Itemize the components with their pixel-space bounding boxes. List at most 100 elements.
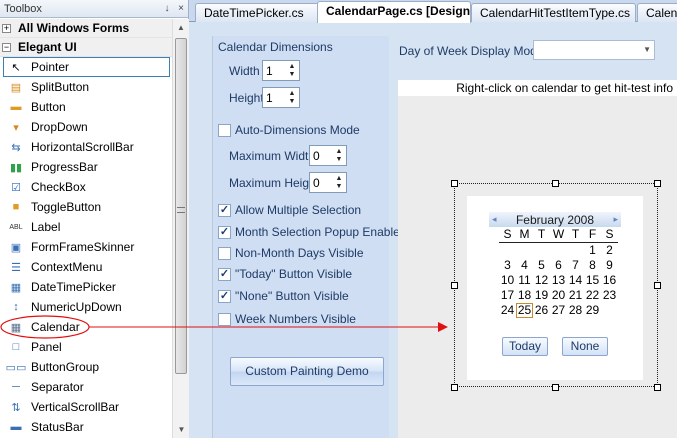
toolbox-item-datetimepicker[interactable]: ▦ DateTimePicker	[0, 277, 172, 297]
calendar-day[interactable]: 11	[516, 273, 533, 288]
option-checkbox-4[interactable]: ✓ "None" Button Visible	[218, 289, 349, 303]
toolbox-item-contextmenu[interactable]: ☰ ContextMenu	[0, 257, 172, 277]
pin-icon[interactable]: ↓	[160, 2, 174, 16]
calendar-day[interactable]: 19	[533, 288, 550, 303]
expand-icon[interactable]: +	[2, 23, 11, 33]
day-of-week-mode-select[interactable]: ▼	[533, 40, 655, 60]
resize-handle-sw[interactable]	[451, 384, 458, 391]
calendar-day[interactable]: 29	[584, 303, 601, 318]
toolbox-item-togglebutton[interactable]: ■ ToggleButton	[0, 197, 172, 217]
calendar-day[interactable]: 16	[601, 273, 618, 288]
calendar-day[interactable]: 28	[567, 303, 584, 318]
toolbox-item-numericupdown[interactable]: ↕ NumericUpDown	[0, 297, 172, 317]
spin-arrows-icon[interactable]: ▲ ▼	[285, 88, 299, 107]
resize-handle-e[interactable]	[654, 282, 661, 289]
calendar-day[interactable]: 8	[584, 258, 601, 273]
calendar-control[interactable]: ◂ February 2008 ▸ S M T W T F S 1 2 3 4 5 6 7 8 9 10 11 12…	[467, 196, 643, 380]
resize-handle-se[interactable]	[654, 384, 661, 391]
month-label[interactable]: February 2008	[516, 213, 594, 227]
calendar-day[interactable]: 12	[533, 273, 550, 288]
calendar-day[interactable]: 7	[567, 258, 584, 273]
toolbox-item-calendar[interactable]: ▦ Calendar	[0, 317, 172, 337]
toolbox-scrollbar[interactable]: ▲ ▼	[172, 19, 189, 438]
collapse-icon[interactable]: −	[2, 42, 11, 52]
calendar-day[interactable]: 15	[584, 273, 601, 288]
toolbox-section-elegant-ui[interactable]: − Elegant UI	[0, 38, 172, 57]
spin-arrows-icon[interactable]: ▲ ▼	[285, 61, 299, 80]
checkmark-icon[interactable]: ✓	[218, 267, 231, 281]
option-checkbox-0[interactable]: ✓ Allow Multiple Selection	[218, 203, 361, 217]
calendar-day[interactable]: 27	[550, 303, 567, 318]
calendar-day[interactable]: 17	[499, 288, 516, 303]
resize-handle-nw[interactable]	[451, 180, 458, 187]
max-width-stepper[interactable]: 0 ▲ ▼	[309, 145, 347, 166]
calendar-day-today[interactable]: 25	[516, 303, 533, 318]
spin-arrows-icon[interactable]: ▲ ▼	[332, 146, 346, 165]
toolbox-item-formframeskinner[interactable]: ▣ FormFrameSkinner	[0, 237, 172, 257]
toolbox-item-buttongroup[interactable]: ▭▭ ButtonGroup	[0, 357, 172, 377]
scroll-down-arrow-icon[interactable]: ▼	[173, 421, 190, 438]
checkbox-icon[interactable]	[218, 246, 231, 260]
option-checkbox-1[interactable]: ✓ Month Selection Popup Enabled	[218, 225, 406, 239]
max-height-stepper[interactable]: 0 ▲ ▼	[309, 172, 347, 193]
calendar-day[interactable]: 2	[601, 243, 618, 258]
toolbox-item-statusbar[interactable]: ▬ StatusBar	[0, 417, 172, 437]
calendar-day[interactable]: 13	[550, 273, 567, 288]
tab-calendar[interactable]: Calendar	[637, 3, 677, 22]
calendar-day[interactable]: 14	[567, 273, 584, 288]
toolbox-section-all-windows-forms[interactable]: + All Windows Forms	[0, 19, 172, 38]
resize-handle-n[interactable]	[552, 180, 559, 187]
calendar-day[interactable]: 5	[533, 258, 550, 273]
toolbox-item-splitbutton[interactable]: ▤ SplitButton	[0, 77, 172, 97]
toolbox-item-pointer[interactable]: ↖ Pointer	[3, 57, 170, 77]
calendar-day[interactable]: 26	[533, 303, 550, 318]
checkmark-icon[interactable]: ✓	[218, 289, 231, 303]
checkmark-icon[interactable]: ✓	[218, 203, 231, 217]
calendar-day[interactable]: 21	[567, 288, 584, 303]
scroll-up-arrow-icon[interactable]: ▲	[173, 19, 189, 36]
calendar-day[interactable]: 4	[516, 258, 533, 273]
resize-handle-s[interactable]	[552, 384, 559, 391]
option-checkbox-3[interactable]: ✓ "Today" Button Visible	[218, 267, 352, 281]
none-button[interactable]: None	[562, 337, 608, 356]
calendar-day[interactable]: 6	[550, 258, 567, 273]
toolbox-item-verticalscrollbar[interactable]: ⇅ VerticalScrollBar	[0, 397, 172, 417]
spin-arrows-icon[interactable]: ▲ ▼	[332, 173, 346, 192]
toolbox-item-dropdown[interactable]: ▾ DropDown	[0, 117, 172, 137]
checkbox-icon[interactable]	[218, 312, 231, 326]
tab-calendarhittestitemtype-cs[interactable]: CalendarHitTestItemType.cs	[471, 3, 636, 22]
next-month-icon[interactable]: ▸	[610, 214, 621, 225]
toolbox-item-panel[interactable]: □ Panel	[0, 337, 172, 357]
calendar-day[interactable]: 10	[499, 273, 516, 288]
calendar-day[interactable]: 20	[550, 288, 567, 303]
auto-dimensions-checkbox[interactable]: Auto-Dimensions Mode	[218, 123, 360, 137]
close-icon[interactable]: ×	[174, 2, 188, 16]
calendar-day[interactable]: 24	[499, 303, 516, 318]
today-button[interactable]: Today	[502, 337, 548, 356]
calendar-day[interactable]: 22	[584, 288, 601, 303]
toolbox-item-button[interactable]: ▬ Button	[0, 97, 172, 117]
scrollbar-thumb[interactable]	[175, 38, 187, 374]
toolbox-item-checkbox[interactable]: ☑ CheckBox	[0, 177, 172, 197]
option-checkbox-5[interactable]: Week Numbers Visible	[218, 312, 356, 326]
width-stepper[interactable]: 1 ▲ ▼	[262, 60, 300, 81]
calendar-day[interactable]: 3	[499, 258, 516, 273]
checkbox-icon[interactable]	[218, 123, 231, 137]
toolbox-item-progressbar[interactable]: ▮▮ ProgressBar	[0, 157, 172, 177]
checkmark-icon[interactable]: ✓	[218, 225, 231, 239]
option-checkbox-2[interactable]: Non-Month Days Visible	[218, 246, 364, 260]
toolbox-item-horizontalscrollbar[interactable]: ⇆ HorizontalScrollBar	[0, 137, 172, 157]
calendar-day[interactable]: 18	[516, 288, 533, 303]
calendar-day[interactable]: 1	[584, 243, 601, 258]
toolbox-item-label[interactable]: ABL Label	[0, 217, 172, 237]
calendar-day[interactable]: 9	[601, 258, 618, 273]
calendar-day[interactable]: 23	[601, 288, 618, 303]
toolbox-item-separator[interactable]: ─ Separator	[0, 377, 172, 397]
tab-calendarpage-design[interactable]: CalendarPage.cs [Design]*	[317, 1, 471, 23]
resize-handle-ne[interactable]	[654, 180, 661, 187]
custom-painting-demo-button[interactable]: Custom Painting Demo	[230, 357, 384, 386]
prev-month-icon[interactable]: ◂	[489, 214, 500, 225]
tab-datetimepicker-cs[interactable]: DateTimePicker.cs	[195, 3, 331, 22]
height-stepper[interactable]: 1 ▲ ▼	[262, 87, 300, 108]
chevron-down-icon[interactable]: ▼	[643, 45, 651, 54]
